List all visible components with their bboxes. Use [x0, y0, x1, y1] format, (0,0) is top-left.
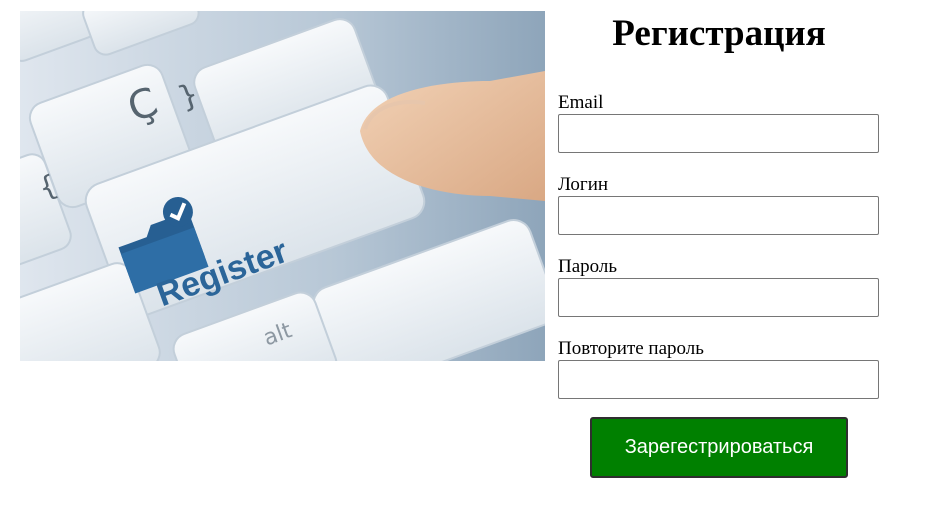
email-label: Email [558, 92, 604, 113]
repeat-password-label: Повторите пароль [558, 338, 704, 359]
password-field[interactable] [558, 278, 879, 317]
page-title: Регистрация [612, 13, 826, 54]
login-label: Логин [558, 174, 609, 195]
login-field[interactable] [558, 196, 879, 235]
register-button[interactable]: Зарегестрироваться [590, 417, 848, 478]
register-keyboard-image: Ç } { alt Register [20, 11, 545, 361]
password-label: Пароль [558, 256, 618, 277]
email-field[interactable] [558, 114, 879, 153]
repeat-password-field[interactable] [558, 360, 879, 399]
